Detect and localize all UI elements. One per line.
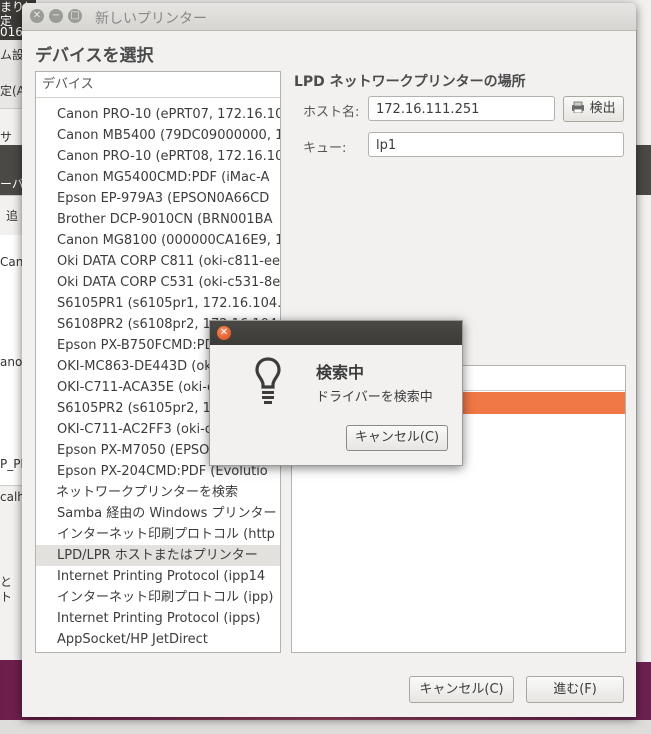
close-icon[interactable]: ✕ bbox=[30, 9, 44, 23]
list-item-protocol[interactable]: インターネット印刷プロトコル (ipp) bbox=[36, 587, 280, 608]
printer-search-icon bbox=[571, 98, 585, 114]
lightbulb-icon bbox=[254, 356, 282, 408]
popup-titlebar[interactable]: ✕ bbox=[210, 321, 462, 345]
page-title: デバイスを選択 bbox=[35, 46, 154, 66]
list-item[interactable]: S6105PR1 (s6105pr1, 172.16.104.2 bbox=[36, 293, 280, 314]
list-item-network-search[interactable]: ネットワークプリンターを検索 bbox=[36, 482, 280, 503]
searching-dialog: ✕ 検索中 ドライバーを検索中 キャンセル(C) bbox=[209, 320, 463, 466]
list-item[interactable]: Canon MG8100 (000000CA16E9, 1 bbox=[36, 230, 280, 251]
detect-button[interactable]: 検出 bbox=[563, 96, 624, 122]
close-icon[interactable]: ✕ bbox=[217, 326, 231, 340]
list-item[interactable]: Canon PRO-10 (ePRT08, 172.16.10 bbox=[36, 146, 280, 167]
background-bottom-bar bbox=[0, 720, 651, 734]
list-item[interactable]: Canon PRO-10 (ePRT07, 172.16.10 bbox=[36, 104, 280, 125]
device-list-header[interactable]: デバイス bbox=[36, 72, 280, 98]
list-item-protocol[interactable]: インターネット印刷プロトコル (http bbox=[36, 524, 280, 545]
list-item-protocol[interactable]: AppSocket/HP JetDirect bbox=[36, 629, 280, 650]
popup-cancel-button[interactable]: キャンセル(C) bbox=[346, 425, 448, 451]
list-item[interactable]: Oki DATA CORP C811 (oki-c811-ee bbox=[36, 251, 280, 272]
section-title: LPD ネットワークプリンターの場所 bbox=[294, 74, 526, 90]
background-toolbar-right bbox=[636, 145, 651, 195]
maximize-icon[interactable]: □ bbox=[68, 9, 82, 23]
popup-title: 検索中 bbox=[316, 363, 365, 382]
background-window-right bbox=[636, 30, 651, 662]
next-button[interactable]: 進む(F) bbox=[526, 676, 624, 703]
queue-input[interactable]: lp1 bbox=[368, 132, 624, 157]
window-title: 新しいプリンター bbox=[95, 11, 207, 27]
minimize-icon[interactable]: − bbox=[49, 9, 63, 23]
list-item-protocol-selected[interactable]: LPD/LPR ホストまたはプリンター bbox=[36, 545, 280, 566]
host-input[interactable]: 172.16.111.251 bbox=[368, 96, 555, 121]
popup-message: ドライバーを検索中 bbox=[316, 390, 433, 405]
detect-button-label: 検出 bbox=[589, 101, 616, 116]
list-item[interactable]: Canon MB5400 (79DC09000000, 1 bbox=[36, 125, 280, 146]
list-item-protocol[interactable]: Internet Printing Protocol (ipps) bbox=[36, 608, 280, 629]
host-label: ホスト名: bbox=[303, 105, 360, 120]
list-item[interactable]: Epson EP-979A3 (EPSON0A66CD bbox=[36, 188, 280, 209]
list-item[interactable]: Canon MG5400CMD:PDF (iMac-A bbox=[36, 167, 280, 188]
dialog-titlebar[interactable]: ✕ − □ 新しいプリンター bbox=[22, 3, 636, 31]
list-item[interactable]: Brother DCP-9010CN (BRN001BA bbox=[36, 209, 280, 230]
list-item-protocol[interactable]: Internet Printing Protocol (ipp14 bbox=[36, 566, 280, 587]
list-item[interactable]: Oki DATA CORP C531 (oki-c531-8e bbox=[36, 272, 280, 293]
queue-label: キュー: bbox=[303, 141, 347, 156]
list-item-protocol[interactable]: Samba 経由の Windows プリンター bbox=[36, 503, 280, 524]
cancel-button[interactable]: キャンセル(C) bbox=[409, 676, 514, 703]
